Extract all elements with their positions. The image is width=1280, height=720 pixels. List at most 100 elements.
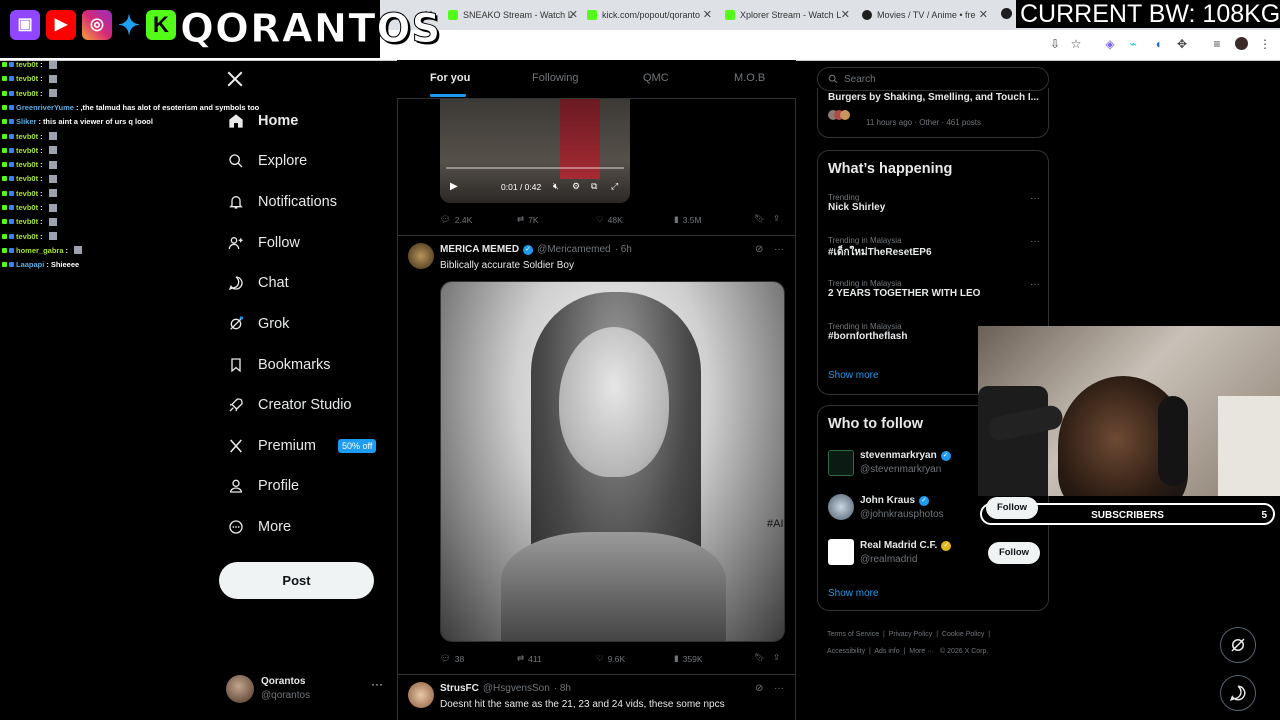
more-dots-icon[interactable]: ··· [774,244,784,255]
like-action[interactable]: ♡ 48K [596,214,623,225]
reading-list-icon[interactable]: ≡ [1210,37,1224,51]
browser-tab-2[interactable]: kick.com/popout/qoranto ✕ [587,4,712,26]
nav-home[interactable]: Home [228,108,298,134]
video-progress-track[interactable] [446,167,624,169]
news-card[interactable]: Burgers by Shaking, Smelling, and Touch … [817,88,1049,138]
more-dots-icon[interactable]: ··· [1030,279,1040,290]
share-icon[interactable]: ⇪ [773,652,780,663]
x-logo-icon[interactable] [226,70,244,93]
messages-fab[interactable] [1220,675,1256,711]
browser-tab-3[interactable]: Xplorer Stream - Watch L ✕ [725,4,850,26]
post-time[interactable]: · 8h [554,683,571,694]
more-dots-icon[interactable]: ··· [371,677,383,691]
reply-count: 2.4K [454,214,473,225]
video-player[interactable]: ▶ 0:01 / 0:42 🔇︎ ⚙ ⧉ ⤢ [440,99,630,203]
post-author-handle[interactable]: @Mericamemed [537,244,611,255]
account-name[interactable]: John Kraus [860,495,915,506]
post-media-image[interactable]: #AI [440,281,785,642]
nav-creator-studio[interactable]: Creator Studio [228,392,352,418]
reply-action[interactable]: 💬︎ 38 [440,653,464,664]
moderator-badge-icon [9,205,14,210]
tab-close-icon[interactable]: ✕ [569,8,578,21]
nav-notifications[interactable]: Notifications [228,189,337,215]
show-more-link[interactable]: Show more [828,588,879,599]
tab-favicon-icon[interactable] [1001,8,1012,19]
post-button[interactable]: Post [219,562,374,599]
nav-bookmarks[interactable]: Bookmarks [228,352,331,378]
nav-grok[interactable]: Grok [228,311,289,337]
footer-link[interactable]: Cookie Policy [942,631,984,638]
footer-link[interactable]: Accessibility [827,648,865,655]
footer-link[interactable]: More ··· [909,648,934,655]
repost-action[interactable]: ⇄ 7K [517,214,539,225]
avatar[interactable] [408,243,434,269]
reply-count: 38 [454,653,465,664]
install-app-icon[interactable]: ⇩ [1048,37,1062,51]
settings-icon[interactable]: ⚙ [572,181,580,192]
trend-item[interactable]: Trending in Malaysia #bornfortheflash [828,322,978,342]
trend-item[interactable]: Trending in Malaysia #เด็กใหม่TheResetEP… [828,236,1040,260]
more-dots-icon[interactable]: ··· [1030,236,1040,247]
avatar[interactable] [828,450,854,476]
share-icon[interactable]: ⇪ [773,213,780,224]
trend-item[interactable]: Trending Nick Shirley ··· [828,193,1040,213]
nav-premium[interactable]: Premium 50% off [228,433,377,459]
tab-qmc[interactable]: QMC [643,72,669,84]
account-name[interactable]: stevenmarkryan [860,450,937,461]
tab-mob[interactable]: M.O.B [734,72,765,84]
play-icon[interactable]: ▶ [450,181,458,192]
grok-explain-icon[interactable]: ⊘ [755,244,763,255]
browser-menu-icon[interactable]: ⋮ [1258,37,1272,51]
more-dots-icon[interactable]: ··· [774,683,784,694]
nav-follow[interactable]: Follow [228,230,300,256]
more-dots-icon[interactable]: ··· [1030,193,1040,204]
nav-more[interactable]: More [228,514,291,540]
footer-link[interactable]: Privacy Policy [889,631,933,638]
avatar[interactable] [828,494,854,520]
chat-separator: : [40,203,43,212]
post-author-name[interactable]: StrusFC [440,683,479,694]
post-time[interactable]: · 6h [615,244,632,255]
extensions-puzzle-icon[interactable]: ✥ [1175,37,1189,51]
nav-profile[interactable]: Profile [228,473,299,499]
show-more-link[interactable]: Show more [828,370,879,381]
follow-button[interactable]: Follow [986,497,1038,519]
grok-explain-icon[interactable]: ⊘ [755,683,763,694]
profile-avatar-icon[interactable] [1234,37,1248,50]
tab-close-icon[interactable]: ✕ [979,8,988,21]
nav-explore[interactable]: Explore [228,148,307,174]
tab-close-icon[interactable]: ✕ [703,8,712,21]
post-author-handle[interactable]: @HsgvensSon [483,683,550,694]
extension-icon[interactable]: ⌁ [1126,37,1140,51]
bookmark-star-icon[interactable]: ☆ [1069,37,1083,51]
account-switcher[interactable]: Qorantos @qorantos ··· [226,673,386,707]
views-action[interactable]: ▮ 3.5M [674,214,702,225]
footer-link[interactable]: Ads info [874,648,899,655]
post-author-name[interactable]: MERICA MEMED [440,244,519,255]
avatar[interactable] [408,682,434,708]
browser-tab-4[interactable]: Movies / TV / Anime • fre ✕ [862,4,988,26]
extension-icon[interactable]: ◈ [1103,37,1117,51]
extension-icon[interactable]: ◖ [1151,37,1165,51]
trend-meta: Trending in Malaysia [828,279,902,288]
follow-button[interactable]: Follow [988,542,1040,564]
browser-tab-1[interactable]: SNEAKO Stream - Watch L ✕ [448,4,578,26]
account-name[interactable]: Real Madrid C.F. [860,540,937,551]
nav-chat[interactable]: Chat [228,270,289,296]
footer-link[interactable]: Terms of Service [827,631,879,638]
tab-for-you[interactable]: For you [430,72,470,84]
fullscreen-icon[interactable]: ⤢ [611,181,618,192]
trend-item[interactable]: Trending in Malaysia 2 YEARS TOGETHER WI… [828,279,1040,299]
pip-icon[interactable]: ⧉ [591,181,597,192]
bookmark-icon[interactable]: 🔖︎ [754,213,765,224]
views-action[interactable]: ▮ 359K [674,653,703,664]
tab-close-icon[interactable]: ✕ [841,8,850,21]
mute-icon[interactable]: 🔇︎ [553,181,559,192]
grok-fab[interactable] [1220,627,1256,663]
reply-action[interactable]: 💬︎ 2.4K [440,214,472,225]
tab-following[interactable]: Following [532,72,578,84]
bookmark-icon[interactable]: 🔖︎ [754,652,765,663]
repost-action[interactable]: ⇄ 411 [517,653,542,664]
like-action[interactable]: ♡ 9.6K [596,653,625,664]
avatar[interactable] [828,539,854,565]
